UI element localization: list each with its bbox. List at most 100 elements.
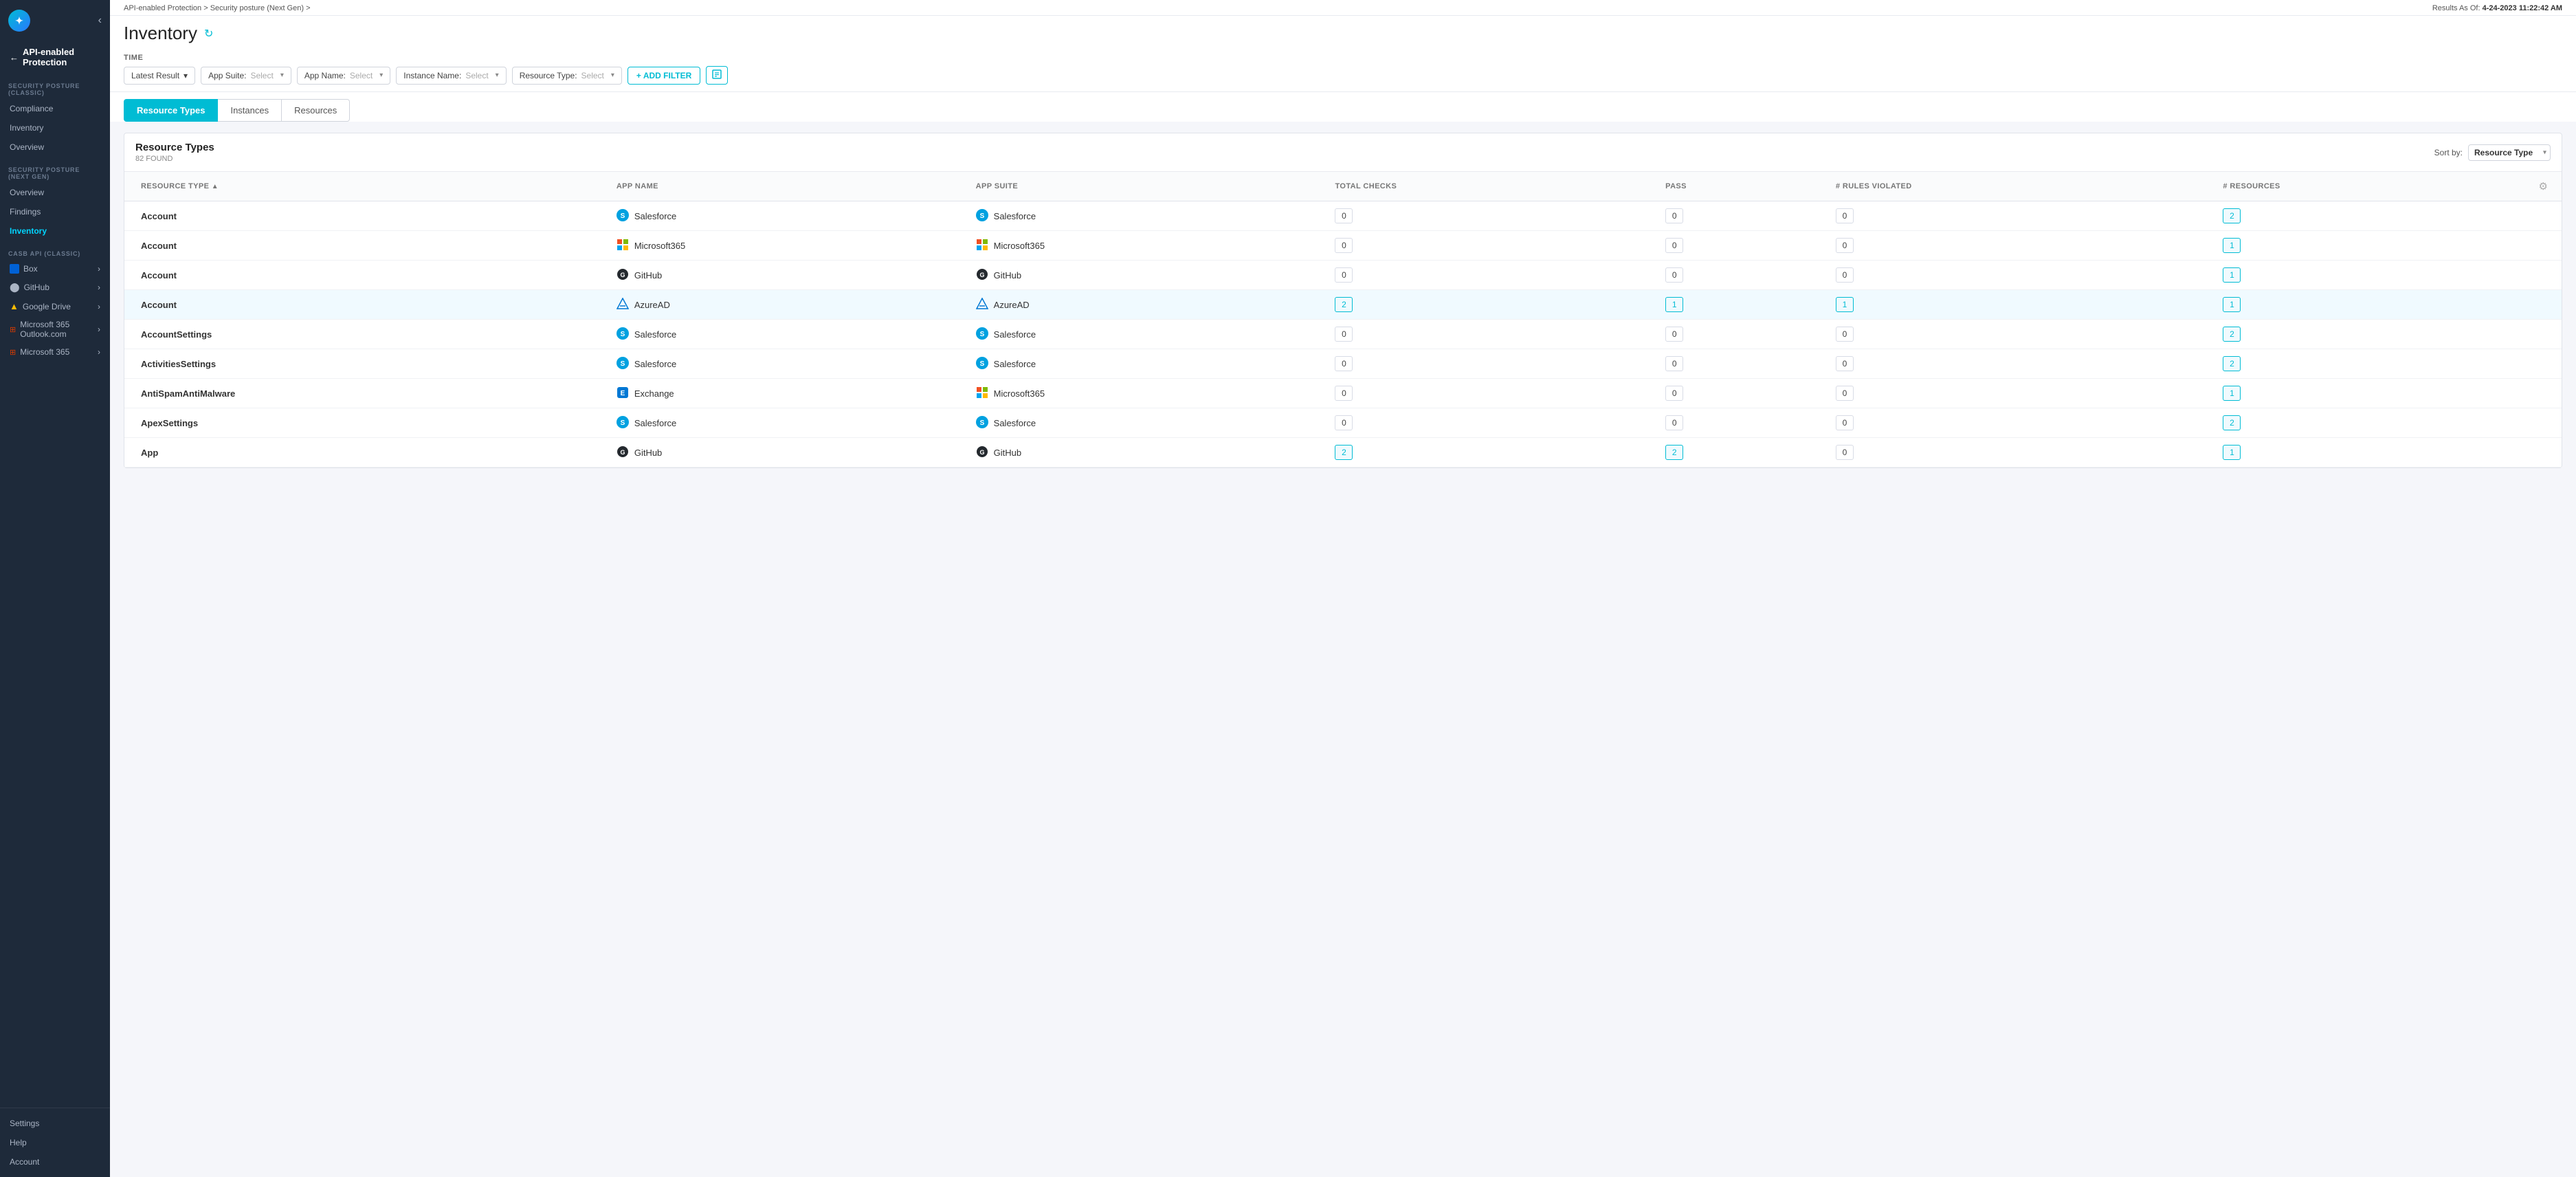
cell-total-checks: 0 bbox=[1324, 320, 1654, 349]
table-title: Resource Types bbox=[135, 142, 214, 153]
svg-text:S: S bbox=[979, 331, 984, 338]
cell-app-name: G GitHub bbox=[606, 438, 965, 468]
cell-rules-violated: 0 bbox=[1825, 201, 2212, 231]
sidebar-item-inventory-classic[interactable]: Inventory bbox=[0, 118, 110, 138]
sf-app-icon: S bbox=[617, 357, 629, 371]
col-rules-violated: # RULES VIOLATED bbox=[1825, 172, 2212, 201]
cell-actions bbox=[2525, 438, 2562, 468]
chevron-right-icon-gd: › bbox=[98, 302, 100, 311]
sidebar-item-box[interactable]: Box › bbox=[0, 260, 110, 278]
collapse-button[interactable]: ‹ bbox=[98, 14, 102, 27]
breadcrumb-sep1: > bbox=[203, 4, 210, 12]
cell-pass: 0 bbox=[1654, 379, 1825, 408]
table-row: Account AzureAD AzureAD 2 1 1 1 bbox=[124, 290, 2562, 320]
cell-pass: 0 bbox=[1654, 201, 1825, 231]
cell-resource-type: Account bbox=[124, 261, 606, 290]
cell-app-name: Microsoft365 bbox=[606, 231, 965, 261]
time-filter-dropdown[interactable]: Latest Result ▾ bbox=[124, 67, 195, 85]
resource-type-placeholder: Select bbox=[581, 71, 604, 80]
resource-type-filter[interactable]: Resource Type: Select ▾ bbox=[512, 67, 622, 85]
ms-suite-icon bbox=[976, 239, 988, 253]
cell-app-name: S Salesforce bbox=[606, 320, 965, 349]
cell-app-suite: S Salesforce bbox=[965, 408, 1324, 438]
col-app-name: APP NAME bbox=[606, 172, 965, 201]
tab-instances[interactable]: Instances bbox=[218, 99, 282, 122]
cell-total-checks: 2 bbox=[1324, 290, 1654, 320]
sidebar-section-casb: CASB API (Classic) bbox=[0, 245, 110, 260]
sort-label: Sort by: bbox=[2434, 148, 2463, 157]
chevron-right-icon-gh: › bbox=[98, 283, 100, 292]
google-drive-icon: ▲ bbox=[10, 301, 19, 311]
cell-rules-violated: 0 bbox=[1825, 231, 2212, 261]
col-pass: PASS bbox=[1654, 172, 1825, 201]
az-app-icon bbox=[617, 298, 629, 312]
resource-types-card: Resource Types 82 FOUND Sort by: Resourc… bbox=[124, 133, 2562, 468]
box-icon bbox=[10, 264, 19, 274]
table-row: AntiSpamAntiMalware E Exchange Microsoft… bbox=[124, 379, 2562, 408]
instance-name-filter[interactable]: Instance Name: Select ▾ bbox=[396, 67, 506, 85]
page-header: Inventory ↻ bbox=[110, 16, 2576, 50]
sort-select[interactable]: Resource Type bbox=[2468, 144, 2551, 161]
cell-total-checks: 0 bbox=[1324, 231, 1654, 261]
cell-app-suite: AzureAD bbox=[965, 290, 1324, 320]
cell-pass: 1 bbox=[1654, 290, 1825, 320]
sidebar-item-inventory-ng[interactable]: Inventory bbox=[0, 221, 110, 241]
cell-actions bbox=[2525, 231, 2562, 261]
cell-app-suite: G GitHub bbox=[965, 261, 1324, 290]
cell-total-checks: 2 bbox=[1324, 438, 1654, 468]
sf-suite-icon: S bbox=[976, 209, 988, 223]
add-filter-button[interactable]: + ADD FILTER bbox=[628, 67, 700, 85]
table-row: Account S Salesforce S Salesforce 0 0 0 … bbox=[124, 201, 2562, 231]
sidebar-item-account[interactable]: Account bbox=[0, 1152, 110, 1172]
sidebar-item-findings[interactable]: Findings bbox=[0, 202, 110, 221]
filter-row: Latest Result ▾ App Suite: Select ▾ App … bbox=[124, 66, 2562, 85]
sidebar-item-google-drive[interactable]: ▲ Google Drive › bbox=[0, 297, 110, 316]
breadcrumb: API-enabled Protection > Security postur… bbox=[124, 4, 311, 12]
sidebar-item-ms365[interactable]: ⊞ Microsoft 365 › bbox=[0, 343, 110, 361]
sidebar-item-overview-ng[interactable]: Overview bbox=[0, 183, 110, 202]
main-content: API-enabled Protection > Security postur… bbox=[110, 0, 2576, 1177]
sidebar-item-help[interactable]: Help bbox=[0, 1133, 110, 1152]
sf-app-icon: S bbox=[617, 209, 629, 223]
cell-app-suite: Microsoft365 bbox=[965, 379, 1324, 408]
cell-rules-violated: 1 bbox=[1825, 290, 2212, 320]
cell-app-name: AzureAD bbox=[606, 290, 965, 320]
sidebar-item-overview-classic[interactable]: Overview bbox=[0, 138, 110, 157]
sidebar-item-github[interactable]: ⬤ GitHub › bbox=[0, 278, 110, 297]
cell-resource-type: ApexSettings bbox=[124, 408, 606, 438]
export-icon-button[interactable] bbox=[706, 66, 728, 85]
table-row: AccountSettings S Salesforce S Salesforc… bbox=[124, 320, 2562, 349]
app-name-filter[interactable]: App Name: Select ▾ bbox=[297, 67, 390, 85]
sidebar-nav-title[interactable]: ← API-enabled Protection bbox=[0, 41, 110, 73]
sidebar-item-settings[interactable]: Settings bbox=[0, 1114, 110, 1133]
cell-resource-type: Account bbox=[124, 290, 606, 320]
app-suite-label: App Suite: bbox=[208, 71, 246, 80]
logo-icon: ✦ bbox=[8, 10, 30, 32]
topbar: API-enabled Protection > Security postur… bbox=[110, 0, 2576, 16]
breadcrumb-part1[interactable]: API-enabled Protection bbox=[124, 4, 201, 12]
cell-resources: 1 bbox=[2212, 290, 2524, 320]
sidebar-item-ms365-outlook[interactable]: ⊞ Microsoft 365 Outlook.com › bbox=[0, 316, 110, 343]
svg-text:S: S bbox=[979, 360, 984, 368]
sidebar: ✦ ‹ ← API-enabled Protection Security Po… bbox=[0, 0, 110, 1177]
resource-types-table: RESOURCE TYPE ▲ APP NAME APP SUITE TOTAL… bbox=[124, 172, 2562, 468]
sidebar-section-classic: Security Posture(Classic) bbox=[0, 77, 110, 99]
time-filter-value: Latest Result bbox=[131, 71, 179, 80]
cell-app-name: E Exchange bbox=[606, 379, 965, 408]
svg-text:S: S bbox=[979, 212, 984, 220]
cell-rules-violated: 0 bbox=[1825, 261, 2212, 290]
tab-resource-types[interactable]: Resource Types bbox=[124, 99, 218, 122]
app-suite-filter[interactable]: App Suite: Select ▾ bbox=[201, 67, 291, 85]
cell-resources: 1 bbox=[2212, 438, 2524, 468]
az-suite-icon bbox=[976, 298, 988, 312]
cell-resource-type: ActivitiesSettings bbox=[124, 349, 606, 379]
gh-suite-icon: G bbox=[976, 446, 988, 460]
breadcrumb-part2[interactable]: Security posture (Next Gen) bbox=[210, 4, 304, 12]
sidebar-item-compliance[interactable]: Compliance bbox=[0, 99, 110, 118]
table-settings-button[interactable]: ⚙ bbox=[2536, 177, 2551, 195]
refresh-icon[interactable]: ↻ bbox=[204, 27, 213, 41]
ms-app-icon bbox=[617, 239, 629, 253]
time-filter-arrow: ▾ bbox=[184, 71, 188, 80]
tab-resources[interactable]: Resources bbox=[282, 99, 350, 122]
cell-rules-violated: 0 bbox=[1825, 379, 2212, 408]
